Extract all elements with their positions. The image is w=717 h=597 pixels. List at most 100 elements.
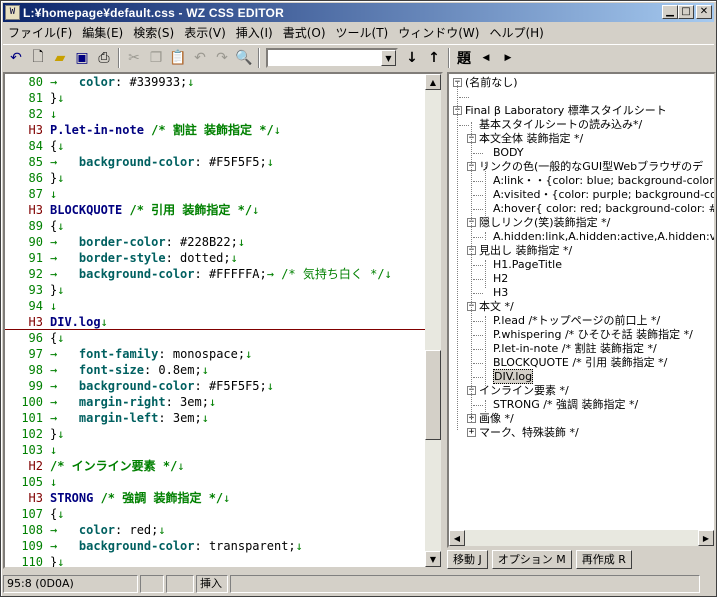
tree-connector [473, 279, 483, 280]
code-token: → [50, 155, 79, 169]
tree-node[interactable]: 隠しリンク(笑)装飾指定 */ [479, 216, 610, 230]
combo-dropdown-button[interactable]: ▼ [381, 50, 396, 66]
code-line: 103 ↓ [5, 442, 425, 458]
menu-help[interactable]: ヘルプ(H) [484, 24, 548, 41]
search-down-button[interactable]: ↓ [401, 47, 423, 69]
code-editor[interactable]: 80 → color: #339933;↓ 81}↓ 82 ↓ H3 P.let-in-no… [3, 72, 443, 569]
tree-node[interactable]: A:visited・{color: purple; background-col… [493, 188, 714, 202]
menu-insert[interactable]: 挿入(I) [231, 24, 278, 41]
tree-node[interactable]: 本文 */ [479, 300, 514, 314]
line-code: ↓ [50, 298, 57, 314]
tree-node[interactable]: DIV.log [493, 369, 534, 384]
heading-button[interactable]: 題 [453, 47, 475, 69]
menu-view[interactable]: 表示(V) [179, 24, 231, 41]
scroll-up-button[interactable]: ▲ [425, 74, 441, 90]
close-button[interactable]: ✕ [696, 5, 712, 19]
undo-button[interactable]: ↶ [5, 47, 27, 69]
search-up-button[interactable]: ↑ [423, 47, 445, 69]
scroll-right-button[interactable]: ▶ [698, 530, 714, 546]
tree-node[interactable]: H1.PageTitle [493, 258, 562, 272]
tree-node[interactable]: P.lead /*トップページの前口上 */ [493, 314, 660, 328]
rebuild-button[interactable]: 再作成 R [575, 550, 632, 569]
tree-node[interactable]: (名前なし) [465, 76, 518, 90]
tree-connector [473, 363, 483, 364]
code-token: ↓ [273, 123, 281, 137]
code-token: : 3em; [165, 395, 209, 409]
print-button[interactable]: ⎙ [93, 47, 115, 69]
editor-vertical-scrollbar[interactable]: ▲ ▼ [425, 74, 441, 567]
tree-connector [473, 293, 483, 294]
options-button[interactable]: オプション M [491, 550, 572, 569]
line-code: /* インライン要素 */↓ [50, 458, 185, 474]
code-line: 86}↓ [5, 170, 425, 186]
tree-node[interactable]: P.whispering /* ひそひそ話 装飾指定 */ [493, 328, 693, 342]
menu-search[interactable]: 検索(S) [128, 24, 179, 41]
scroll-down-button[interactable]: ▼ [425, 551, 441, 567]
window-title: L:¥homepage¥default.css - WZ CSS EDITOR [23, 5, 284, 20]
code-token: P.let-in-note [50, 123, 152, 137]
copy-button[interactable]: ❐ [145, 47, 167, 69]
code-token: ↓ [266, 379, 274, 393]
tree-node[interactable]: 見出し 装飾指定 */ [479, 244, 572, 258]
line-number: 87 [28, 187, 43, 201]
tree-node[interactable]: H3 [493, 286, 508, 300]
new-file-icon: 🗋 [32, 49, 44, 65]
code-token: ↓ [50, 475, 58, 489]
code-line: 100 → margin-right: 3em;↓ [5, 394, 425, 410]
menu-window[interactable]: ウィンドウ(W) [393, 24, 484, 41]
tree-node[interactable]: A:link・・{color: blue; background-color: … [493, 174, 716, 188]
find-button[interactable]: 🔍 [233, 47, 255, 69]
code-token: ↓ [230, 251, 238, 265]
line-code: STRONG /* 強調 装飾指定 */↓ [50, 490, 230, 506]
open-button[interactable]: ▰ [49, 47, 71, 69]
tree-node[interactable]: Final β Laboratory 標準スタイルシート [465, 104, 667, 118]
tree-node[interactable]: STRONG /* 強調 装飾指定 */ [493, 398, 638, 412]
title-bar[interactable]: W L:¥homepage¥default.css - WZ CSS EDITO… [3, 3, 714, 22]
code-token: → [50, 411, 79, 425]
tree-node[interactable]: 基本スタイルシートの読み込み*/ [479, 118, 642, 132]
code-line: 93}↓ [5, 282, 425, 298]
prev-heading-button[interactable]: ◀ [475, 47, 497, 69]
menu-tools[interactable]: ツール(T) [331, 24, 394, 41]
tree-node[interactable]: BLOCKQUOTE /* 引用 装飾指定 */ [493, 356, 667, 370]
tree-node[interactable]: BODY [493, 146, 524, 160]
expand-icon[interactable]: + [467, 428, 476, 437]
undo-edit-button[interactable]: ↶ [189, 47, 211, 69]
tree-node[interactable]: 本文全体 装飾指定 */ [479, 132, 583, 146]
tree-node[interactable]: H2 [493, 272, 508, 286]
minimize-button[interactable]: ▁ [662, 5, 678, 19]
next-heading-button[interactable]: ▶ [497, 47, 519, 69]
menu-file[interactable]: ファイル(F) [3, 24, 77, 41]
code-line: 99 → background-color: #F5F5F5;↓ [5, 378, 425, 394]
tree-node-label: STRONG /* 強調 装飾指定 */ [493, 398, 639, 411]
outline-tree[interactable]: − (名前なし) − Final β Laboratory 標準スタイルシート 基本スタ… [447, 72, 716, 548]
code-line: 94 ↓ [5, 298, 425, 314]
menu-edit[interactable]: 編集(E) [77, 24, 128, 41]
save-button[interactable]: ▣ [71, 47, 93, 69]
tree-node[interactable]: 画像 */ [479, 412, 514, 426]
tree-node[interactable]: マーク、特殊装飾 */ [479, 426, 579, 440]
search-combo[interactable]: ▼ [266, 48, 398, 68]
code-line: 85 → background-color: #F5F5F5;↓ [5, 154, 425, 170]
tree-connector [485, 134, 486, 142]
tree-node[interactable]: A.hidden:link,A.hidden:active,A.hidden:v… [493, 230, 714, 244]
tree-node[interactable]: リンクの色(一般的なGUI型Webブラウザのデ [479, 160, 703, 174]
maximize-button[interactable]: □ [678, 5, 694, 19]
code-token: : #F5F5F5; [194, 379, 267, 393]
tree-node[interactable]: A:hover{ color: red; background-color: #… [493, 202, 714, 216]
tree-node[interactable]: P.let-in-note /* 割註 装飾指定 */ [493, 342, 657, 356]
paste-button[interactable]: 📋 [167, 47, 189, 69]
scroll-thumb[interactable] [425, 350, 441, 440]
tree-horizontal-scrollbar[interactable]: ◀ ▶ [449, 530, 714, 546]
tree-node-label: A:link・・{color: blue; background-color: … [493, 174, 716, 187]
tree-node[interactable]: インライン要素 */ [479, 384, 569, 398]
menu-format[interactable]: 書式(O) [278, 24, 331, 41]
redo-button[interactable]: ↷ [211, 47, 233, 69]
scroll-left-button[interactable]: ◀ [449, 530, 465, 546]
code-token: /* 気持ち白く */ [281, 267, 385, 281]
code-line: 110}↓ [5, 554, 425, 567]
tree-connector [459, 97, 469, 98]
jump-button[interactable]: 移動 J [447, 550, 488, 569]
cut-button[interactable]: ✂ [123, 47, 145, 69]
new-file-button[interactable]: 🗋 [27, 47, 49, 69]
